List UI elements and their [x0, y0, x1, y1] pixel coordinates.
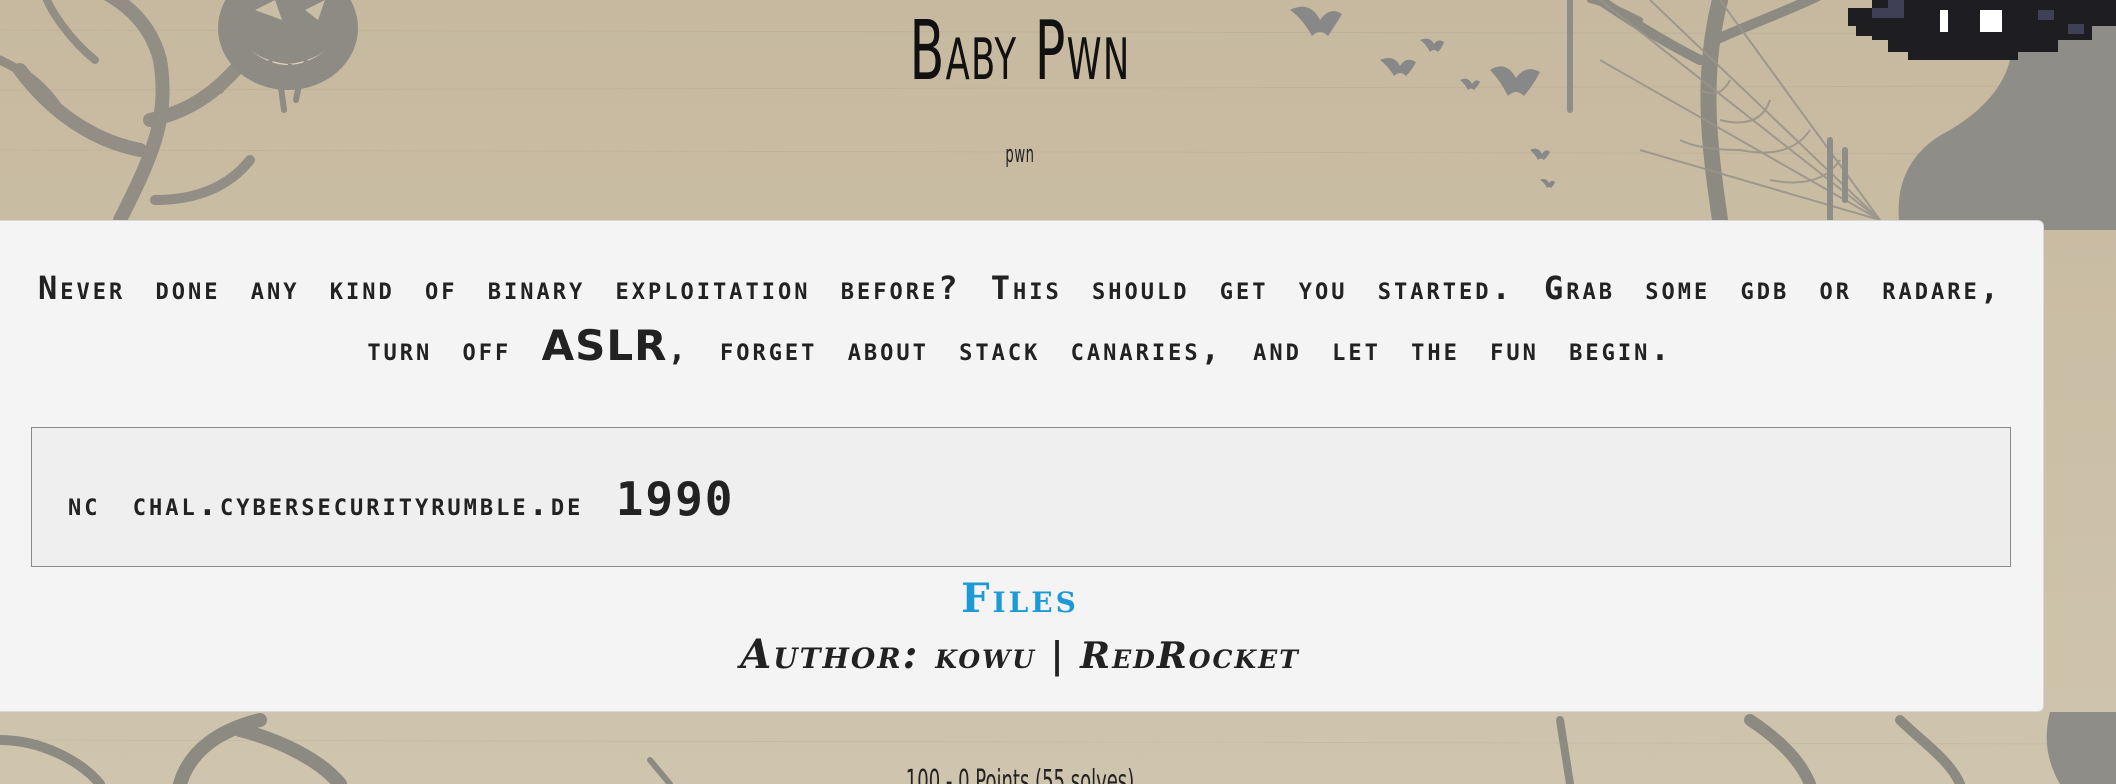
challenge-author: Author: kowu | RedRocket: [0, 631, 2045, 678]
files-link[interactable]: Files: [0, 575, 2045, 622]
challenge-title: Baby Pwn: [909, 4, 1131, 99]
pixel-bat-icon: [1848, 0, 2116, 60]
description-text-part2: , forget about stack canaries, and let t…: [667, 330, 1673, 368]
challenge-description: Never done any kind of binary exploitati…: [35, 259, 2005, 378]
connection-command: nc chal.cybersecurityrumble.de 1990: [68, 472, 734, 526]
author-label: Author:: [740, 631, 920, 678]
connection-port: 1990: [615, 472, 735, 526]
challenge-category: pwn: [1005, 140, 1035, 168]
connection-host: nc chal.cybersecurityrumble.de: [68, 485, 584, 523]
challenge-card: Never done any kind of binary exploitati…: [0, 220, 2044, 712]
description-aslr: ASLR: [541, 321, 668, 370]
author-names: kowu | RedRocket: [935, 635, 1300, 677]
connection-code-block[interactable]: nc chal.cybersecurityrumble.de 1990: [31, 427, 2011, 567]
points-text: 100 - 0 Points (55 solves): [905, 764, 1135, 784]
